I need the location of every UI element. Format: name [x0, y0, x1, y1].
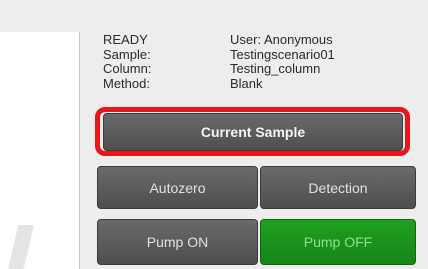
status-row-sample: Sample: Testingscenario01	[103, 46, 413, 63]
status-info: READY User: Anonymous Sample: Testingsce…	[103, 32, 413, 92]
current-sample-button[interactable]: Current Sample	[103, 113, 403, 151]
column-value: Testing_column	[230, 61, 321, 76]
status-label: READY	[103, 32, 148, 47]
status-row-method: Method: Blank	[103, 75, 413, 92]
autozero-button[interactable]: Autozero	[97, 166, 258, 209]
sample-value: Testingscenario01	[230, 46, 335, 62]
column-label: Column:	[103, 61, 152, 76]
pump-on-button[interactable]: Pump ON	[97, 219, 258, 265]
status-row-ready: READY User: Anonymous	[103, 32, 413, 48]
detection-button[interactable]: Detection	[260, 166, 416, 209]
status-row-column: Column: Testing_column	[103, 61, 413, 77]
method-label: Method:	[103, 75, 150, 91]
method-value: Blank	[230, 75, 263, 91]
sample-label: Sample:	[103, 46, 151, 62]
side-panel	[0, 32, 80, 269]
pump-off-button[interactable]: Pump OFF	[260, 219, 416, 265]
user-value: User: Anonymous	[230, 32, 333, 47]
